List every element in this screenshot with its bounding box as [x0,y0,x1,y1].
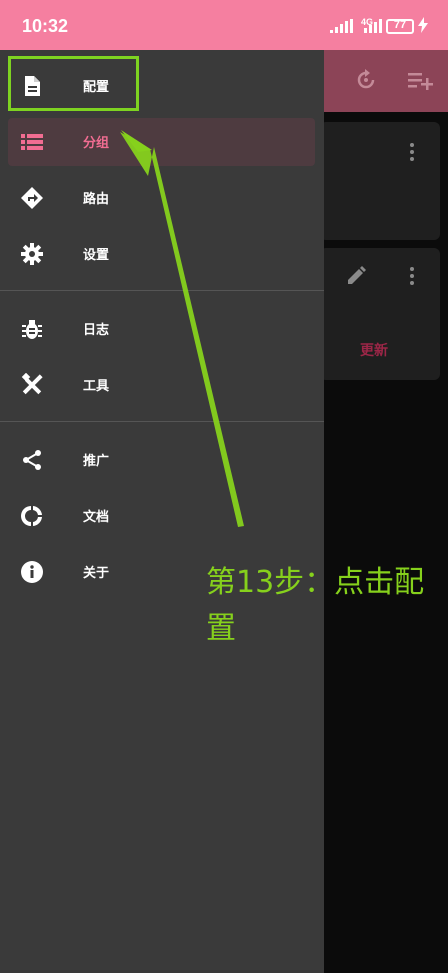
status-bar: 10:32 4G 77 [0,0,448,50]
edit-icon[interactable] [345,265,367,287]
refresh-icon[interactable] [354,68,378,92]
group-card[interactable] [320,248,440,380]
update-button[interactable]: 更新 [360,340,388,360]
list-icon [21,134,43,150]
drawer-item-label: 关于 [83,566,110,581]
add-list-icon[interactable] [408,70,434,92]
drawer-item-docs[interactable]: 文档 [0,492,324,540]
drawer-divider [0,421,324,422]
drawer-item-label: 分组 [83,136,110,151]
highlight-box [8,56,139,111]
drawer-item-logs[interactable]: 日志 [0,305,324,353]
donut-icon [21,506,42,526]
annotation-text: 第13步：点击配置 [206,565,425,646]
gear-icon [21,243,43,265]
drawer-item-groups[interactable]: 分组 [8,118,315,166]
drawer-item-label: 推广 [83,454,110,469]
signal-icon-2 [364,19,382,33]
charging-icon [418,17,428,33]
drawer-item-label: 设置 [83,248,110,263]
battery-level: 77 [393,19,407,31]
drawer-item-promotion[interactable]: 推广 [0,436,324,484]
bug-icon [22,320,42,339]
navigation-drawer: 配置 分组 路由 设置 日志 工具 推广 文档 关于 [0,50,324,973]
group-card[interactable] [320,122,440,240]
route-sign-icon [21,187,43,209]
drawer-divider [0,290,324,291]
more-vert-icon[interactable] [409,142,415,162]
drawer-item-label: 路由 [83,192,110,207]
drawer-item-settings[interactable]: 设置 [0,230,324,278]
drawer-item-tools[interactable]: 工具 [0,361,324,409]
signal-icon [330,19,353,33]
drawer-item-label: 日志 [83,323,110,338]
drawer-item-label: 文档 [83,510,110,525]
more-vert-icon[interactable] [409,266,415,286]
battery-icon: 77 [386,19,414,34]
status-time: 10:32 [22,16,69,36]
drawer-item-routing[interactable]: 路由 [0,174,324,222]
drawer-item-label: 工具 [83,379,110,394]
share-icon [23,450,41,470]
tools-icon [21,373,43,395]
info-icon [21,561,43,583]
